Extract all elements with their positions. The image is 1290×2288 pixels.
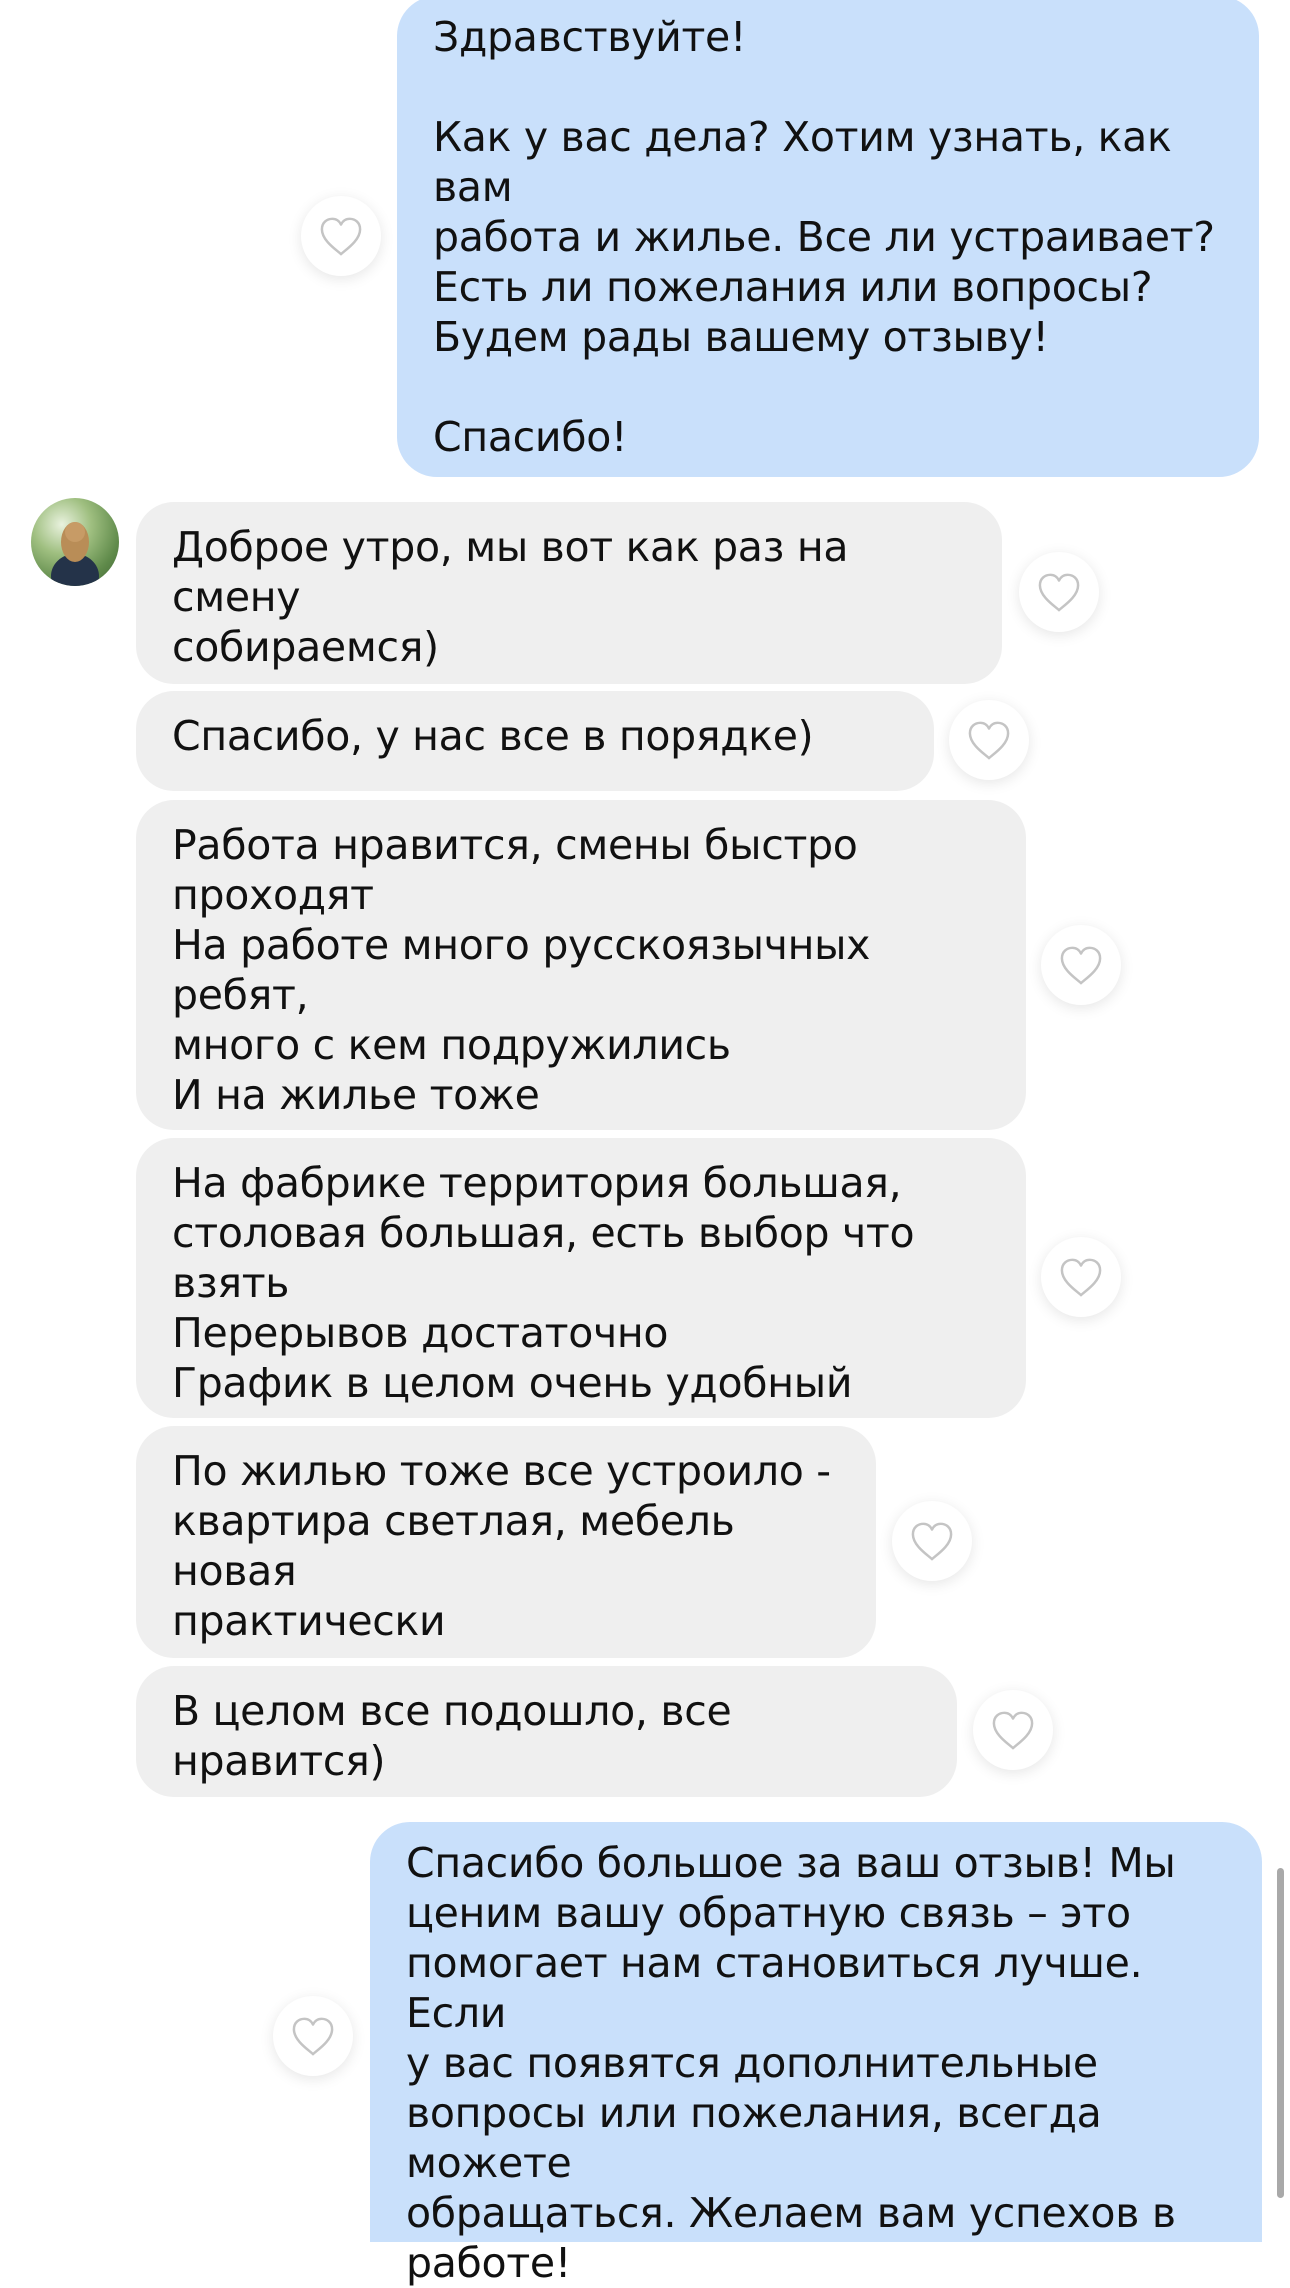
like-button[interactable] [1041, 925, 1121, 1005]
heart-outline-icon [292, 2017, 334, 2056]
heart-outline-icon [1060, 946, 1102, 985]
heart-outline-icon [1060, 1258, 1102, 1297]
like-button[interactable] [1041, 1237, 1121, 1317]
like-button[interactable] [973, 1690, 1053, 1770]
heart-outline-icon [968, 721, 1010, 760]
scrollbar[interactable] [1277, 1868, 1284, 2198]
message-bubble-outgoing[interactable]: Спасибо большое за ваш отзыв! Мы ценим в… [370, 1822, 1262, 2287]
message-bubble-incoming[interactable]: Спасибо, у нас все в порядке) [136, 691, 934, 791]
like-button[interactable] [301, 196, 381, 276]
like-button[interactable] [1019, 552, 1099, 632]
message-bubble-incoming[interactable]: По жилью тоже все устроило - квартира св… [136, 1426, 876, 1658]
heart-outline-icon [911, 1522, 953, 1561]
heart-outline-icon [1038, 573, 1080, 612]
message-bubble-outgoing[interactable]: Здравствуйте! Как у вас дела? Хотим узна… [397, 0, 1259, 477]
like-button[interactable] [892, 1501, 972, 1581]
heart-outline-icon [992, 1711, 1034, 1750]
avatar-image [51, 522, 99, 586]
message-bubble-incoming[interactable]: На фабрике территория большая, столовая … [136, 1138, 1026, 1418]
heart-outline-icon [320, 217, 362, 256]
like-button[interactable] [949, 700, 1029, 780]
like-button[interactable] [273, 1996, 353, 2076]
message-bubble-incoming[interactable]: Доброе утро, мы вот как раз на смену соб… [136, 502, 1002, 684]
user-avatar[interactable] [31, 498, 119, 586]
message-bubble-incoming[interactable]: Работа нравится, смены быстро проходят Н… [136, 800, 1026, 1130]
message-bubble-incoming[interactable]: В целом все подошло, все нравится) [136, 1666, 957, 1797]
